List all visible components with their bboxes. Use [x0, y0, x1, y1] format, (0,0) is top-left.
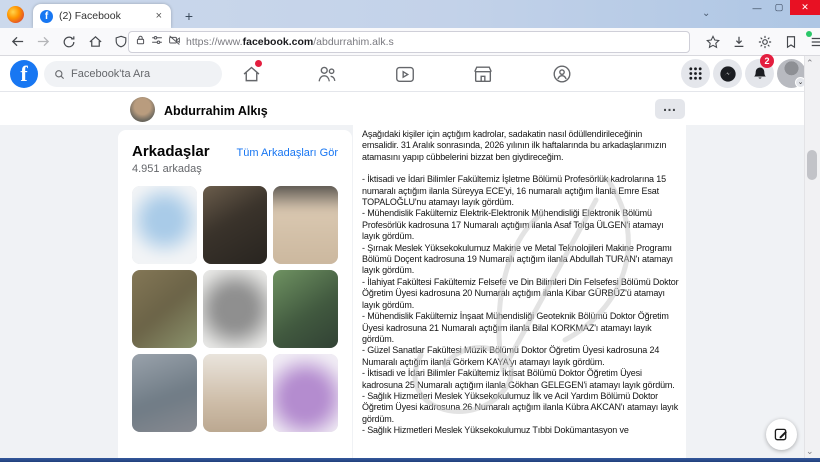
friends-panel: Arkadaşlar Tüm Arkadaşları Gör 4.951 ark… [118, 130, 352, 462]
friends-count: 4.951 arkadaş [132, 163, 338, 175]
home-icon[interactable] [82, 31, 108, 53]
friend-photo[interactable] [273, 270, 338, 348]
nav-tab-groups[interactable] [538, 61, 586, 87]
edit-pencil-icon [774, 427, 789, 442]
browser-window: f (2) Facebook × + ⌄ — ▢ ✕ [0, 0, 820, 462]
page-scrollbar[interactable] [804, 56, 820, 458]
post-paragraph: - Güzel Sanatlar Fakültesi Müzik Bölümü … [362, 345, 680, 368]
friend-photo[interactable] [132, 186, 197, 264]
forward-icon[interactable] [30, 31, 56, 53]
post-paragraph: - Mühendislik Fakültemiz İnşaat Mühendis… [362, 311, 680, 345]
friend-photo[interactable] [132, 270, 197, 348]
facebook-favicon-icon: f [40, 10, 53, 23]
friend-photo[interactable] [273, 354, 338, 432]
scrollbar-thumb[interactable] [807, 150, 817, 180]
see-all-friends-link[interactable]: Tüm Arkadaşları Gör [237, 147, 338, 159]
marketplace-icon [472, 63, 494, 85]
profile-name[interactable]: Abdurrahim Alkış [164, 104, 268, 118]
watch-icon [394, 63, 416, 85]
post-paragraph: - İktisadi ve İdari Bilimler Fakültemiz … [362, 368, 680, 391]
notification-badge: 2 [760, 54, 774, 68]
friend-photo[interactable] [203, 186, 268, 264]
lock-icon [135, 33, 146, 51]
titlebar: f (2) Facebook × + ⌄ — ▢ ✕ [0, 0, 820, 28]
profile-avatar[interactable] [130, 97, 155, 122]
friends-title: Arkadaşlar [132, 143, 210, 160]
friend-photo[interactable] [273, 186, 338, 264]
url-bar[interactable]: https://www.facebook.com/abdurrahim.alk.… [128, 31, 690, 53]
tab-close-icon[interactable]: × [154, 10, 164, 22]
bookmark-star-icon[interactable] [700, 31, 726, 53]
permissions-sliders-icon[interactable] [151, 33, 163, 51]
nav-tab-watch[interactable] [381, 61, 429, 87]
post-paragraph: - Şırnak Meslek Yüksekokulumuz Makine ve… [362, 243, 680, 277]
post-paragraph: - İlahiyat Fakültesi Fakültemiz Felsefe … [362, 277, 680, 311]
groups-icon [551, 63, 573, 85]
nav-tab-marketplace[interactable] [459, 61, 507, 87]
messenger-icon [719, 65, 737, 83]
window-bottom-border [0, 458, 820, 462]
friends-icon [316, 63, 338, 85]
tab-title: (2) Facebook [59, 10, 154, 22]
downloads-icon[interactable] [726, 31, 752, 53]
friend-photo[interactable] [203, 354, 268, 432]
scrollbar-up-icon[interactable]: ⌃ [806, 58, 814, 69]
window-close-button[interactable]: ✕ [790, 0, 820, 15]
reload-icon[interactable] [56, 31, 82, 53]
search-icon [54, 69, 65, 80]
post-paragraph: Aşağıdaki kişiler için açtığım kadrolar,… [362, 129, 680, 163]
new-tab-button[interactable]: + [180, 7, 198, 25]
firefox-logo-icon [7, 6, 24, 23]
compose-edit-button[interactable] [766, 419, 797, 450]
messenger-button[interactable] [713, 59, 742, 88]
post-paragraph: - Sağlık Hizmetleri Meslek Yüksekokulumu… [362, 425, 680, 436]
extensions-library-icon[interactable] [778, 31, 804, 53]
friend-photo[interactable] [203, 270, 268, 348]
home-notification-dot [255, 60, 262, 67]
url-text: https://www.facebook.com/abdurrahim.alk.… [186, 36, 394, 48]
friend-photo[interactable] [132, 354, 197, 432]
apps-grid-icon [688, 66, 703, 81]
post-body: Aşağıdaki kişiler için açtığım kadrolar,… [353, 125, 686, 458]
post-paragraph: - İktisadi ve İdari Bilimler Fakültemiz … [362, 174, 680, 208]
menu-update-dot [806, 31, 812, 37]
search-placeholder: Facebook'ta Ara [71, 68, 150, 80]
post-paragraph: - Sağlık Hizmetleri Meslek Yüksekokulumu… [362, 391, 680, 425]
post-text: Aşağıdaki kişiler için açtığım kadrolar,… [362, 129, 680, 437]
tab-list-chevron-icon[interactable]: ⌄ [702, 8, 710, 19]
scrollbar-down-icon[interactable]: ⌄ [806, 446, 814, 457]
back-icon[interactable] [4, 31, 30, 53]
window-minimize-button[interactable]: — [746, 0, 768, 15]
apps-menu-button[interactable] [681, 59, 710, 88]
browser-tab[interactable]: f (2) Facebook × [33, 4, 171, 28]
nav-tab-friends[interactable] [303, 61, 351, 87]
settings-gear-icon[interactable] [752, 31, 778, 53]
window-maximize-button[interactable]: ▢ [768, 0, 790, 15]
search-input[interactable]: Facebook'ta Ara [44, 61, 222, 87]
post-paragraph: - Mühendislik Fakültemiz Elektrik-Elektr… [362, 208, 680, 242]
nav-tab-home[interactable] [227, 61, 275, 87]
camera-blocked-icon[interactable] [168, 33, 181, 51]
post-more-options-button[interactable]: … [655, 99, 685, 119]
friends-photo-grid [132, 186, 338, 432]
facebook-logo[interactable]: f [10, 60, 38, 88]
